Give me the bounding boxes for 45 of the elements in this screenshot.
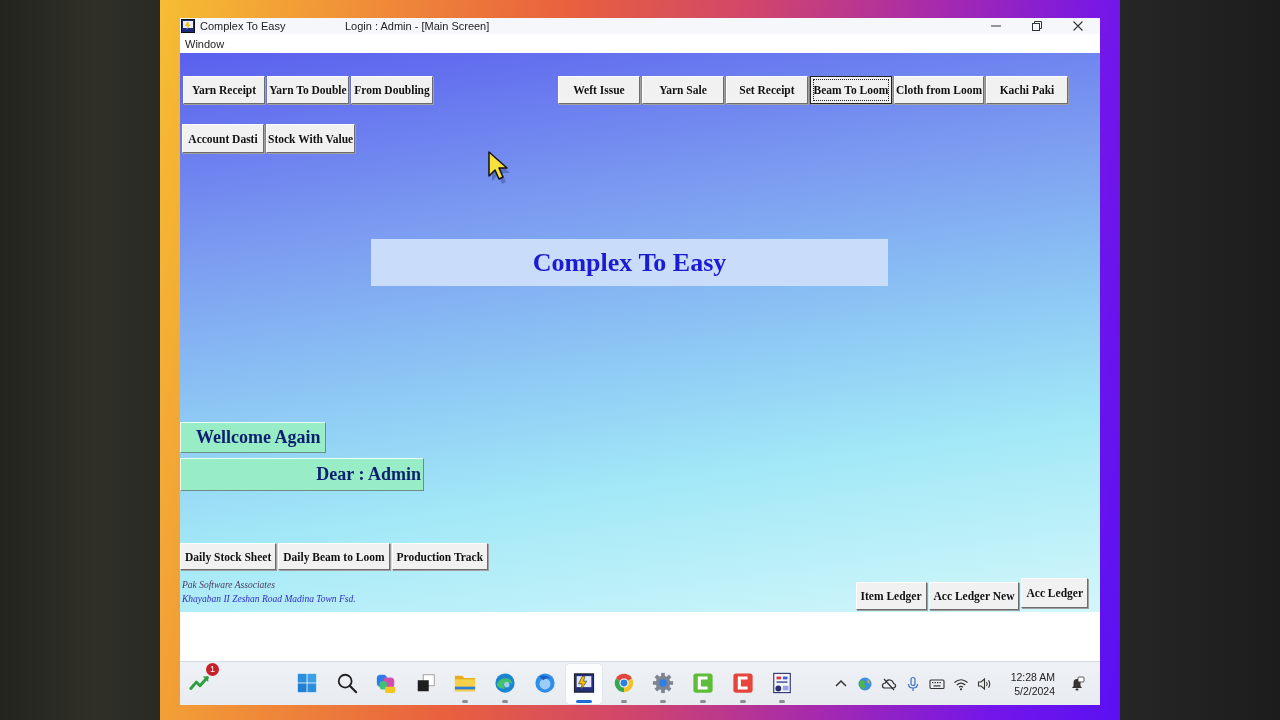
search-icon[interactable] bbox=[335, 671, 358, 694]
ledger-button[interactable]: Item Ledger bbox=[855, 582, 927, 610]
menu-item[interactable]: Window bbox=[185, 37, 225, 50]
toolbar-button[interactable]: Yarn Receipt bbox=[183, 76, 265, 104]
company-address: Khayaban II Zeshan Road Madina Town Fsd. bbox=[182, 593, 356, 606]
speaker-icon[interactable] bbox=[976, 675, 993, 692]
ledger-button[interactable]: Acc Ledger New bbox=[928, 582, 1020, 610]
app-icon bbox=[181, 19, 195, 33]
report-button[interactable]: Production Track bbox=[391, 543, 489, 570]
window-caption: Login : Admin - [Main Screen] bbox=[345, 20, 490, 32]
restore-icon[interactable] bbox=[1032, 21, 1042, 31]
toolbar-button[interactable]: Set Receipt bbox=[725, 76, 808, 104]
toolbar-button[interactable]: Yarn To Double bbox=[267, 76, 349, 104]
tricolor-circle-icon[interactable] bbox=[612, 671, 635, 694]
taskbar-button[interactable] bbox=[566, 663, 603, 704]
toolbar-button[interactable]: Yarn Sale bbox=[641, 76, 724, 104]
globe-circle-icon[interactable] bbox=[533, 671, 556, 694]
swirl-circle-icon[interactable] bbox=[493, 671, 516, 694]
company-name: Pak Software Associates bbox=[182, 579, 276, 592]
clock-date[interactable]: 5/2/2024 bbox=[1014, 683, 1055, 698]
report-button[interactable]: Daily Beam to Loom bbox=[278, 543, 390, 570]
greeting-label: Dear : Admin bbox=[180, 458, 424, 491]
document-chart-icon[interactable] bbox=[771, 671, 794, 694]
close-icon[interactable] bbox=[1073, 21, 1083, 31]
start-icon[interactable] bbox=[296, 671, 318, 694]
clock-time[interactable]: 12:28 AM bbox=[1010, 669, 1055, 684]
toolbar-button[interactable]: Account Dasti bbox=[182, 124, 264, 153]
toolbar-button[interactable]: Weft Issue bbox=[557, 76, 640, 104]
window-title: Complex To Easy bbox=[200, 20, 287, 32]
toolbar-button[interactable]: Stock With Value bbox=[266, 124, 356, 153]
toolbar-button[interactable]: Cloth from Loom bbox=[893, 76, 984, 104]
report-button[interactable]: Daily Stock Sheet bbox=[180, 543, 277, 570]
toolbar-button[interactable]: From Doubling bbox=[351, 76, 433, 104]
ledger-button[interactable]: Acc Ledger bbox=[1021, 578, 1088, 608]
c-tile-icon[interactable] bbox=[691, 671, 714, 694]
c-tile-icon[interactable] bbox=[731, 671, 754, 694]
toolbar-button[interactable]: Beam To Loom bbox=[809, 76, 892, 104]
settings-icon[interactable] bbox=[652, 671, 675, 694]
welcome-label: Wellcome Again bbox=[180, 422, 326, 453]
globe-icon[interactable] bbox=[856, 675, 873, 692]
notification-badge: 1 bbox=[206, 662, 219, 676]
notification-bell-icon[interactable] bbox=[1069, 675, 1085, 692]
toolbar-button[interactable]: Kachi Paki bbox=[986, 76, 1068, 104]
app-window-icon[interactable] bbox=[573, 671, 596, 694]
banner-title: Complex To Easy bbox=[371, 239, 888, 286]
